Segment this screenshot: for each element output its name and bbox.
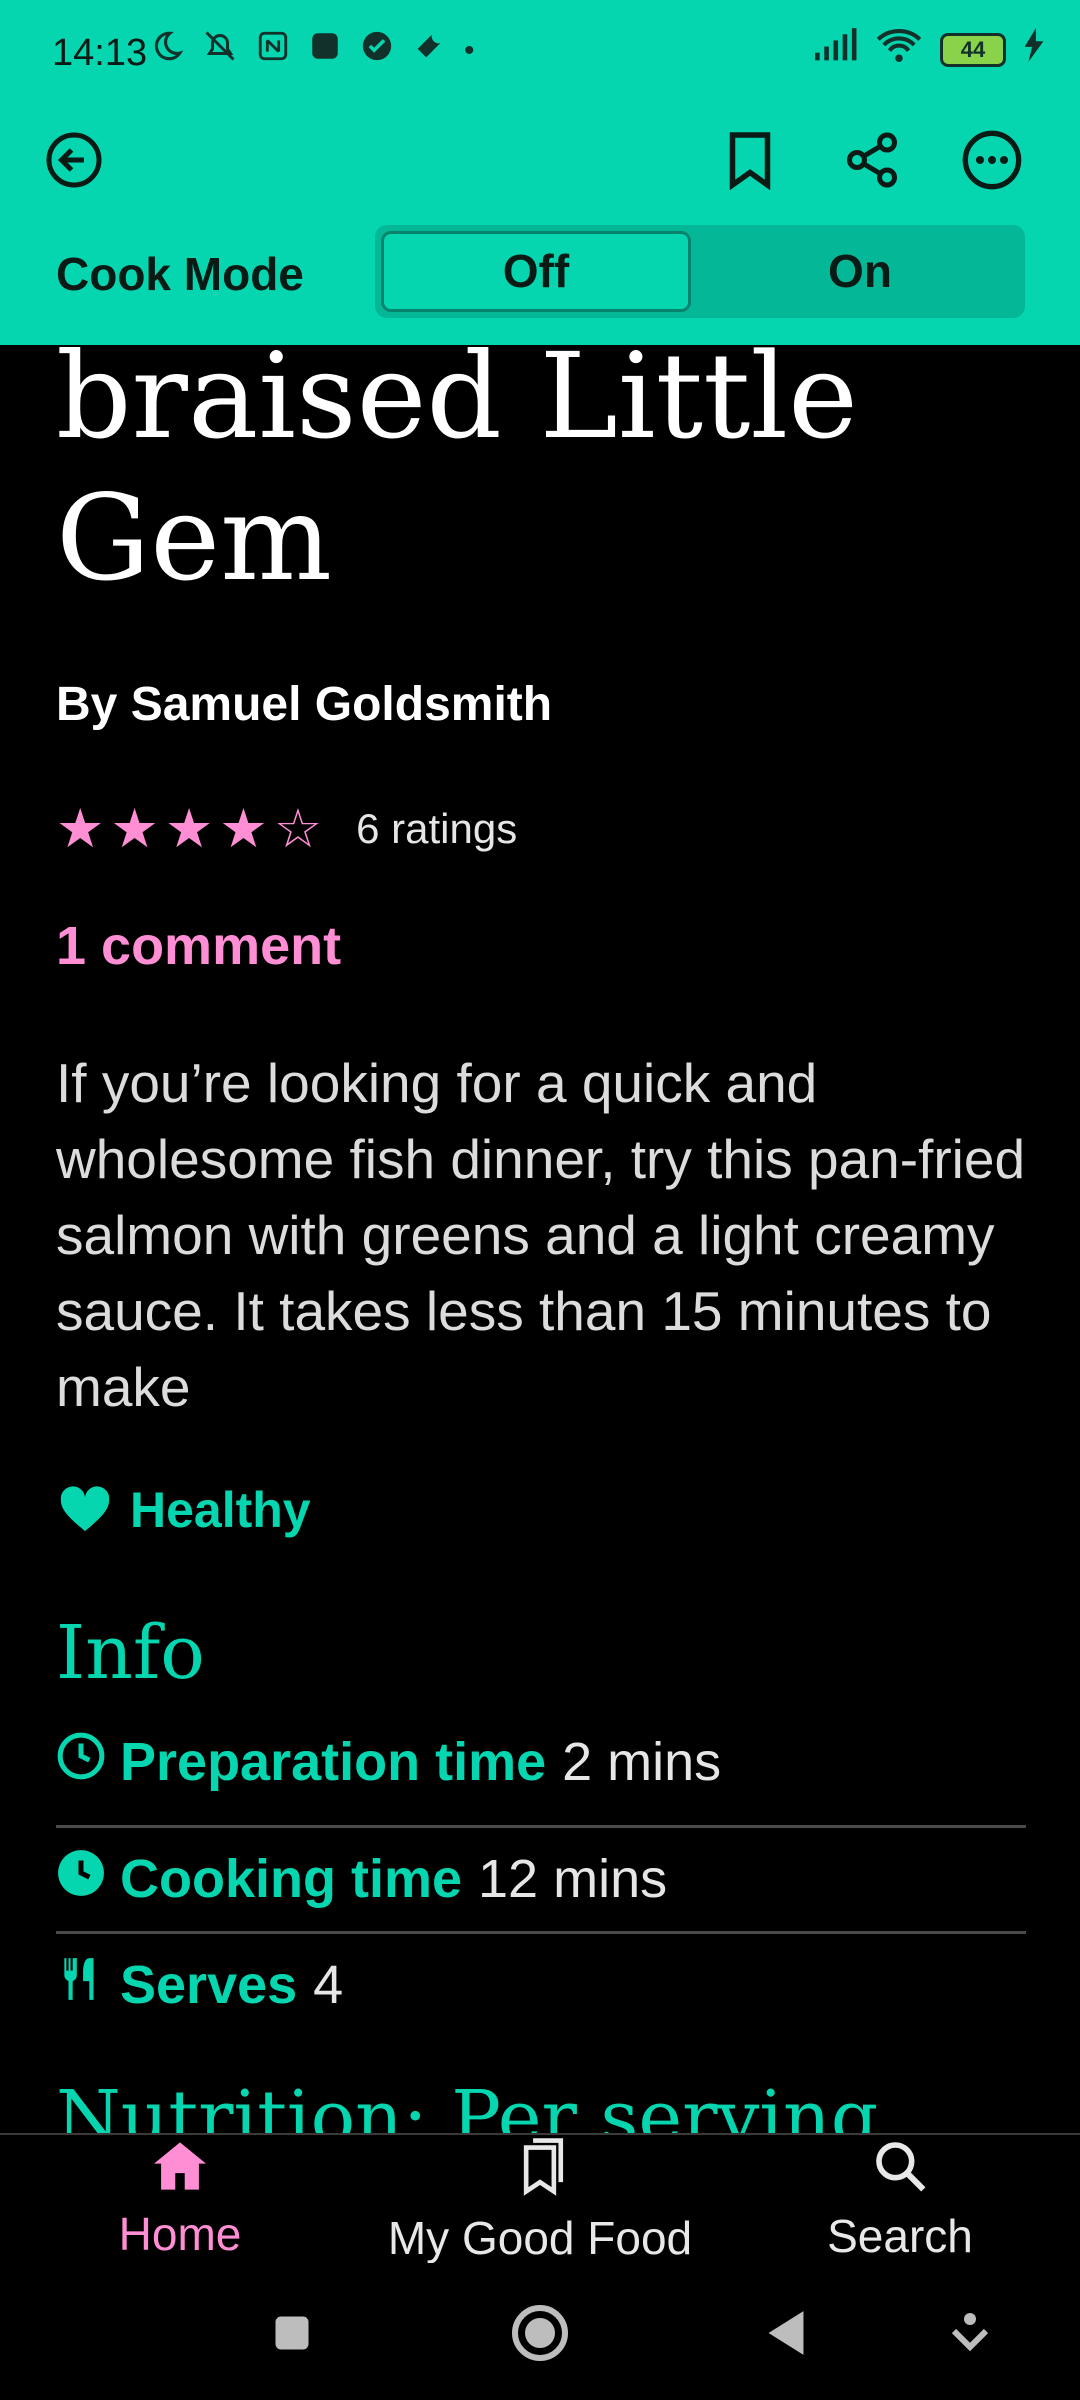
info-value: 4 <box>313 1955 344 2015</box>
search-icon <box>872 2138 928 2199</box>
check-badge-icon <box>360 29 394 72</box>
tab-home[interactable]: Home <box>60 2135 300 2265</box>
recipe-description: If you’re looking for a quick and wholes… <box>56 1052 1026 1418</box>
cutlery-icon <box>56 1954 106 2017</box>
clock-outline-icon <box>56 1731 106 1794</box>
info-row-serves: Serves 4 <box>56 1933 1026 2037</box>
tab-label: Search <box>827 2209 973 2262</box>
recipe-content[interactable]: braised Little Gem By Samuel Goldsmith ★… <box>0 345 1080 2135</box>
clock-filled-icon <box>56 1848 106 1911</box>
bookmark-icon[interactable] <box>710 120 790 200</box>
info-row-cooking: Cooking time 12 mins <box>56 1827 1026 1931</box>
battery-icon: 44 <box>940 32 1006 67</box>
dot-icon: • <box>464 33 475 67</box>
info-value: 12 mins <box>478 1849 668 1909</box>
charging-icon <box>1024 28 1044 71</box>
top-app-bar: 14:13 • 44 Cook Mode Off On <box>0 0 1080 345</box>
status-notification-icons: • <box>150 28 475 73</box>
star-filled-icon: ★ <box>110 799 159 859</box>
star-filled-icon: ★ <box>219 799 268 859</box>
share-icon[interactable] <box>832 120 912 200</box>
recipe-title: braised Little Gem <box>56 345 858 607</box>
info-value: 2 mins <box>562 1732 722 1792</box>
tab-my-good-food[interactable]: My Good Food <box>360 2135 720 2265</box>
wifi-icon <box>876 28 922 71</box>
nfc-icon <box>256 29 290 72</box>
cook-mode-row: Cook Mode Off On <box>0 225 1080 320</box>
star-filled-icon: ★ <box>164 799 214 859</box>
recents-icon[interactable] <box>262 2303 322 2363</box>
tab-search[interactable]: Search <box>790 2135 1010 2265</box>
rating-row[interactable]: ★ ★ ★ ★ ☆ 6 ratings <box>56 797 517 860</box>
moon-icon <box>150 29 184 72</box>
mute-icon <box>202 28 238 73</box>
star-empty-icon: ☆ <box>273 799 323 859</box>
home-icon <box>151 2140 209 2197</box>
bottom-navigation: Home My Good Food Search <box>0 2133 1080 2265</box>
heart-icon <box>56 1480 114 1539</box>
star-filled-icon: ★ <box>56 799 105 859</box>
cook-mode-toggle[interactable]: Off On <box>375 225 1025 318</box>
cook-mode-on-button[interactable]: On <box>700 231 1020 312</box>
tag-label: Healthy <box>130 1481 311 1538</box>
status-bar: 14:13 • 44 <box>0 0 1080 105</box>
wrench-icon <box>412 29 446 72</box>
info-row-preparation: Preparation time 2 mins <box>56 1710 1026 1814</box>
info-label: Serves <box>120 1955 298 2015</box>
info-label: Cooking time <box>120 1849 463 1909</box>
tab-label: My Good Food <box>387 2211 693 2264</box>
more-icon[interactable] <box>952 120 1032 200</box>
keyboard-hide-icon[interactable] <box>940 2303 1000 2363</box>
cook-mode-label: Cook Mode <box>56 248 304 300</box>
nutrition-heading: Nutrition: Per serving <box>56 2075 879 2135</box>
status-system-icons: 44 <box>812 28 1044 71</box>
recipe-toolbar <box>0 110 1080 220</box>
healthy-tag[interactable]: Healthy <box>56 1480 311 1539</box>
app-notification-icon <box>308 29 342 72</box>
info-label: Preparation time <box>120 1732 547 1792</box>
recipe-author[interactable]: By Samuel Goldsmith <box>56 677 552 732</box>
back-button-icon[interactable] <box>756 2303 816 2363</box>
saved-icon <box>511 2136 569 2201</box>
system-navigation-bar <box>0 2263 1080 2400</box>
ratings-count: 6 ratings <box>356 804 518 852</box>
home-button-icon[interactable] <box>510 2303 570 2363</box>
cook-mode-off-button[interactable]: Off <box>381 231 691 312</box>
comments-link[interactable]: 1 comment <box>56 915 341 977</box>
tab-label: Home <box>118 2207 242 2260</box>
signal-icon <box>812 28 858 71</box>
back-icon[interactable] <box>34 120 114 200</box>
info-heading: Info <box>56 1610 205 1696</box>
status-time: 14:13 <box>52 32 148 74</box>
